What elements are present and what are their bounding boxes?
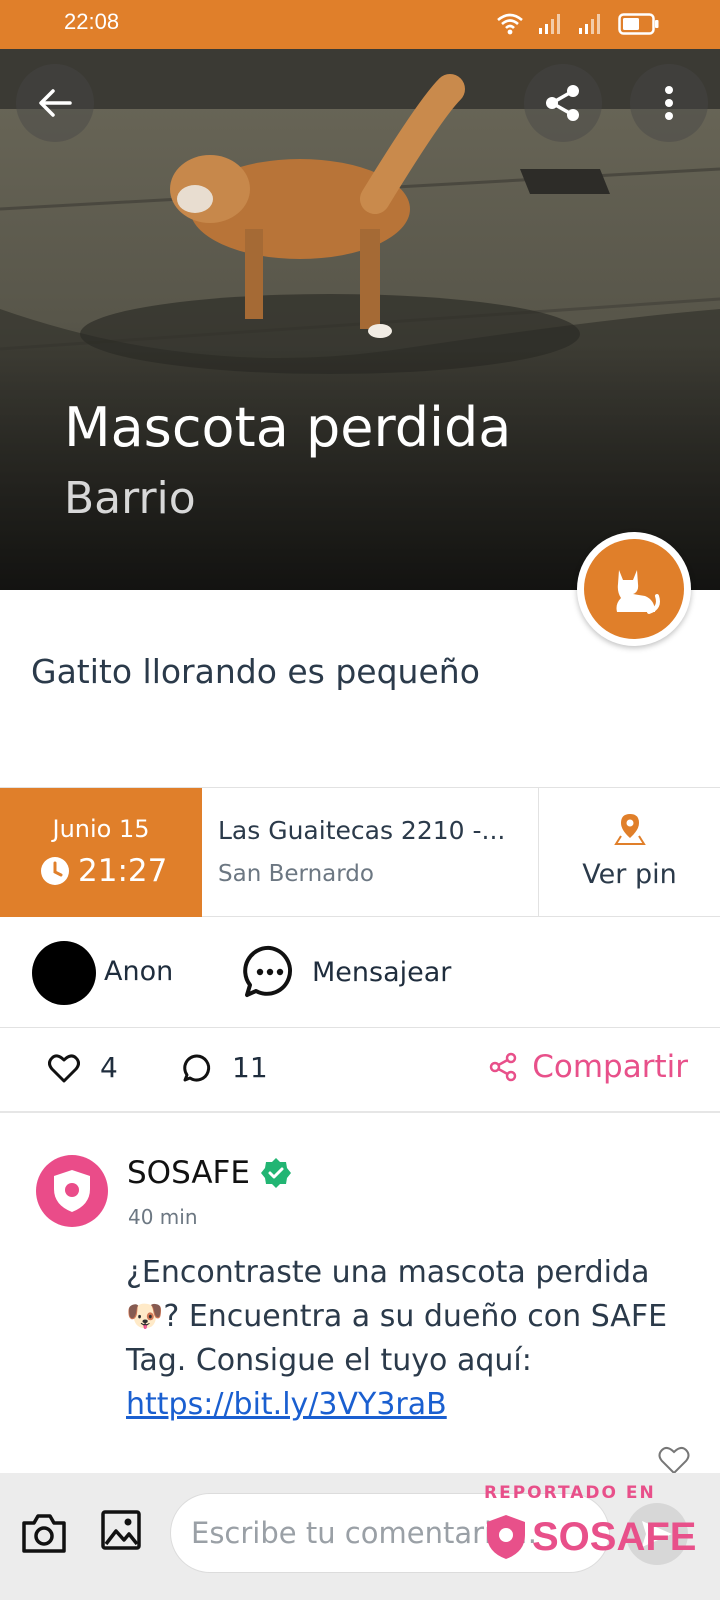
cat-icon [616,570,660,614]
like-count: 4 [100,1051,118,1084]
back-button[interactable] [16,64,94,142]
image-icon [101,1510,141,1550]
share-icon [546,85,579,121]
more-vertical-icon [665,86,673,120]
view-pin-button[interactable]: Ver pin [539,788,720,917]
comment-link[interactable]: https://bit.ly/3VY3raB [126,1387,447,1422]
reporter-row: Anon Mensajear [0,918,720,1028]
comment-composer: REPORTADO EN SOSAFE [0,1473,720,1600]
signal-icon [539,14,560,34]
address-street: Las Guaitecas 2210 -... [218,816,506,845]
report-category-title: Mascota perdida [64,396,512,459]
comment-author[interactable]: SOSAFE [127,1155,250,1191]
clock-icon [41,857,69,885]
map-pin-icon [614,814,646,845]
sosafe-watermark: REPORTADO EN SOSAFE [480,1477,700,1595]
report-info-row: Junio 15 21:27 Las Guaitecas 2210 -... S… [0,787,720,917]
report-scope-subtitle: Barrio [64,473,196,524]
message-button[interactable]: Mensajear [242,942,451,1002]
report-date: Junio 15 [52,815,150,843]
report-description: Gatito llorando es pequeño [31,652,480,691]
shield-logo-icon [54,1170,90,1212]
report-datetime: Junio 15 21:27 [0,788,202,917]
arrow-left-icon [39,89,72,117]
comment-author-avatar[interactable] [36,1155,108,1227]
message-label: Mensajear [312,956,452,988]
more-options-button[interactable] [630,64,708,142]
status-time: 22:08 [64,9,120,34]
like-button[interactable]: 4 [48,1051,118,1084]
verified-badge-icon [260,1158,291,1188]
camera-icon [22,1514,66,1553]
comment-body: ¿Encontraste una mascota perdida 🐶? Encu… [126,1251,696,1427]
reporter-name[interactable]: Anon [104,956,173,987]
share-button[interactable]: Compartir [488,1049,688,1085]
address-commune: San Bernardo [218,861,374,887]
share-label: Compartir [532,1049,688,1085]
comment-time: 40 min [128,1205,198,1229]
camera-button[interactable] [20,1511,68,1559]
heart-icon[interactable] [658,1445,690,1475]
reporter-avatar[interactable] [32,941,96,1005]
comment-text: ¿Encontraste una mascota perdida [126,1255,650,1290]
sosafe-logo-icon [487,1515,525,1559]
gallery-button[interactable] [100,1509,142,1555]
status-bar: 22:08 [0,0,720,49]
watermark-brand: SOSAFE [532,1514,697,1559]
share-icon [490,1052,517,1082]
report-address: Las Guaitecas 2210 -... San Bernardo [202,788,539,917]
comments-button[interactable]: 11 [182,1051,268,1084]
comment-count: 11 [232,1051,268,1084]
signal-icon [579,14,600,34]
comment-icon [183,1053,211,1081]
comment-text: ? Encuentra a su dueño con SAFE Tag. Con… [126,1299,668,1378]
actions-row: 4 11 Compartir [0,1029,720,1113]
category-badge [577,532,691,646]
view-pin-label: Ver pin [582,859,677,890]
heart-icon [48,1053,80,1082]
comment-item: SOSAFE 40 min ¿Encontraste una mascota p… [0,1115,720,1475]
dog-emoji-icon: 🐶 [126,1299,164,1334]
battery-icon [618,13,659,35]
chat-bubble-icon [243,945,292,997]
hero-image: Mascota perdida Barrio [0,49,720,590]
status-icons [496,10,660,38]
wifi-icon [497,13,523,35]
watermark-caption: REPORTADO EN [484,1483,656,1503]
share-top-button[interactable] [524,64,602,142]
report-time: 21:27 [78,853,168,889]
